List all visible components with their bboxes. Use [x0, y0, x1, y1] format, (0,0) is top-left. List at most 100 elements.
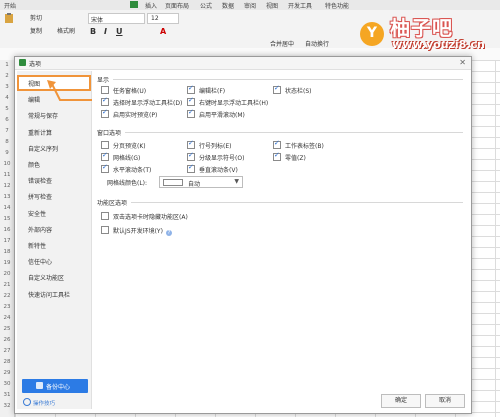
row-number[interactable]: 21	[0, 282, 14, 288]
format-painter-button[interactable]: 格式刷	[57, 26, 75, 35]
close-icon[interactable]: ✕	[459, 58, 466, 67]
checkbox[interactable]	[101, 108, 109, 118]
checkbox[interactable]	[101, 163, 109, 173]
menu-item-page-layout[interactable]: 页面布局	[165, 1, 189, 10]
checkbox[interactable]	[101, 96, 109, 106]
checkbox[interactable]	[273, 139, 281, 149]
checkbox[interactable]	[187, 84, 195, 94]
cancel-button[interactable]: 取消	[425, 394, 465, 408]
checkbox[interactable]	[101, 86, 109, 94]
option-float-toolbar-rightclick[interactable]: 右键时显示浮动工具栏(H)	[187, 96, 268, 107]
checkbox[interactable]	[187, 151, 195, 161]
checkbox[interactable]	[101, 151, 109, 161]
merge-center-button[interactable]: 合并居中	[270, 39, 294, 48]
gridline-color-select[interactable]: 自动 ▼	[159, 176, 243, 188]
row-number[interactable]: 3	[0, 84, 14, 90]
row-number[interactable]: 2	[0, 73, 14, 79]
menu-item-home[interactable]: 开始	[4, 1, 16, 10]
sidebar-item[interactable]: 快速访问工具栏	[17, 286, 91, 302]
row-number[interactable]: 19	[0, 260, 14, 266]
option-hide-ribbon-dblclick[interactable]: 双击选项卡时隐藏功能区(A)	[101, 212, 188, 221]
sidebar-item[interactable]: 视图	[17, 75, 91, 91]
italic-icon[interactable]: I	[104, 27, 107, 36]
option-vertical-scrollbar[interactable]: 垂直滚动条(V)	[187, 163, 238, 174]
checkbox[interactable]	[101, 226, 109, 234]
row-number[interactable]: 11	[0, 172, 14, 178]
row-number[interactable]: 31	[0, 392, 14, 398]
option-status-bar[interactable]: 状态栏(S)	[273, 84, 312, 95]
menu-item-view[interactable]: 视图	[266, 1, 278, 10]
copy-button[interactable]: 复制	[30, 26, 42, 35]
option-row-col-headers[interactable]: 行号列标(E)	[187, 139, 231, 150]
menu-item-formula[interactable]: 公式	[200, 1, 212, 10]
row-number[interactable]: 23	[0, 304, 14, 310]
checkbox[interactable]	[273, 84, 281, 94]
checkbox[interactable]	[187, 163, 195, 173]
row-number[interactable]: 25	[0, 326, 14, 332]
row-number[interactable]: 15	[0, 216, 14, 222]
ok-button[interactable]: 确定	[381, 394, 421, 408]
row-number[interactable]: 28	[0, 359, 14, 365]
row-number[interactable]: 17	[0, 238, 14, 244]
tips-link[interactable]: 操作技巧	[23, 398, 55, 407]
sidebar-item[interactable]: 新特性	[17, 237, 91, 253]
option-page-break[interactable]: 分页预览(K)	[101, 141, 146, 150]
checkbox[interactable]	[187, 139, 195, 149]
row-number[interactable]: 18	[0, 249, 14, 255]
option-edit-bar[interactable]: 编辑栏(F)	[187, 84, 225, 95]
row-number[interactable]: 30	[0, 381, 14, 387]
row-number[interactable]: 9	[0, 150, 14, 156]
row-number[interactable]: 26	[0, 337, 14, 343]
sidebar-item[interactable]: 安全性	[17, 205, 91, 221]
row-number[interactable]: 10	[0, 161, 14, 167]
sidebar-item[interactable]: 拼写检查	[17, 188, 91, 204]
option-horizontal-scrollbar[interactable]: 水平滚动条(T)	[101, 163, 151, 174]
row-number[interactable]: 16	[0, 227, 14, 233]
option-float-toolbar-select[interactable]: 选择时显示浮动工具栏(D)	[101, 96, 182, 107]
menu-item-insert-active[interactable]	[130, 1, 138, 8]
row-number[interactable]: 27	[0, 348, 14, 354]
row-number[interactable]: 22	[0, 293, 14, 299]
row-number[interactable]: 1	[0, 62, 14, 68]
font-size-select[interactable]: 12	[147, 13, 179, 24]
menu-item-data[interactable]: 数据	[222, 1, 234, 10]
menu-item-special[interactable]: 特色功能	[325, 1, 349, 10]
row-number[interactable]: 12	[0, 183, 14, 189]
menu-item-review[interactable]: 审阅	[244, 1, 256, 10]
option-task-pane[interactable]: 任务窗格(U)	[101, 86, 146, 95]
help-icon[interactable]: ?	[165, 230, 172, 236]
sidebar-item[interactable]: 编辑	[17, 91, 91, 107]
underline-icon[interactable]: U	[116, 27, 123, 36]
paste-icon[interactable]	[4, 13, 14, 23]
row-number[interactable]: 8	[0, 139, 14, 145]
sidebar-item[interactable]: 常规与保存	[17, 107, 91, 123]
checkbox[interactable]	[101, 141, 109, 149]
dialog-titlebar[interactable]: 选项 ✕	[15, 57, 471, 70]
row-number[interactable]: 20	[0, 271, 14, 277]
row-number[interactable]: 4	[0, 95, 14, 101]
option-default-js-env[interactable]: 默认JS开发环境(Y)?	[101, 226, 172, 236]
option-live-preview[interactable]: 启用实时预览(P)	[101, 108, 157, 119]
sidebar-item[interactable]: 信任中心	[17, 253, 91, 269]
menu-item-developer[interactable]: 开发工具	[288, 1, 312, 10]
row-number[interactable]: 24	[0, 315, 14, 321]
row-number[interactable]: 13	[0, 194, 14, 200]
row-number[interactable]: 6	[0, 117, 14, 123]
checkbox[interactable]	[187, 108, 195, 118]
row-number[interactable]: 5	[0, 106, 14, 112]
sidebar-item[interactable]: 颜色	[17, 156, 91, 172]
option-zero-values[interactable]: 零值(Z)	[273, 151, 306, 162]
sidebar-item[interactable]: 自定义功能区	[17, 269, 91, 285]
option-gridlines[interactable]: 网格线(G)	[101, 151, 140, 162]
auto-wrap-button[interactable]: 自动换行	[305, 39, 329, 48]
row-number[interactable]: 7	[0, 128, 14, 134]
checkbox[interactable]	[101, 212, 109, 220]
backup-center-button[interactable]: 备份中心	[22, 379, 88, 393]
sidebar-item[interactable]: 外部内容	[17, 221, 91, 237]
menu-item-insert[interactable]: 插入	[145, 1, 157, 10]
font-color-icon[interactable]: A	[160, 27, 166, 36]
row-number[interactable]: 29	[0, 370, 14, 376]
checkbox[interactable]	[273, 151, 281, 161]
row-number[interactable]: 32	[0, 403, 14, 409]
sidebar-item[interactable]: 自定义序列	[17, 140, 91, 156]
